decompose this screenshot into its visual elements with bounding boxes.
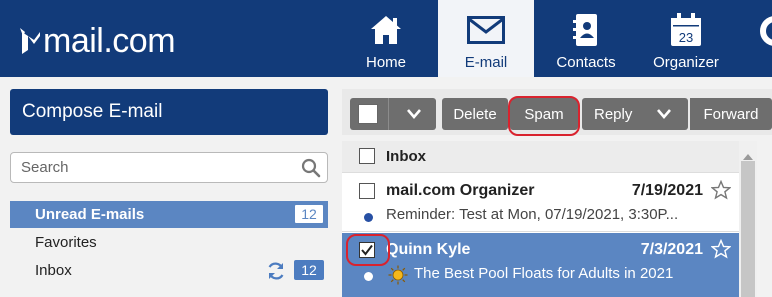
search-input[interactable]: [21, 159, 291, 176]
header-checkbox[interactable]: [359, 148, 375, 164]
chevron-down-icon[interactable]: [656, 107, 672, 125]
message-checkbox[interactable]: [359, 183, 375, 199]
star-icon[interactable]: [710, 179, 732, 204]
left-sidebar: Compose E-mail Unread E-mails 12 Favorit…: [0, 77, 340, 297]
delete-button[interactable]: Delete: [442, 98, 508, 130]
message-checkbox-checked[interactable]: [359, 242, 375, 258]
scroll-thumb[interactable]: [741, 161, 755, 297]
sun-emoji-icon: [388, 265, 408, 289]
unread-dot-icon[interactable]: [364, 213, 373, 222]
nav-home[interactable]: Home: [338, 0, 434, 77]
search-box: [10, 152, 328, 183]
top-header: mail.com Home E-mail Contacts 23 Organiz…: [0, 0, 772, 77]
nav-more[interactable]: [740, 0, 772, 77]
read-dot-icon[interactable]: [364, 272, 373, 281]
mail-toolbar: Delete Spam Reply Forward: [342, 89, 772, 135]
nav-organizer-label: Organizer: [653, 54, 719, 71]
calendar-day-text: 23: [679, 30, 693, 45]
nav-email[interactable]: E-mail: [438, 0, 534, 77]
message-list: Inbox mail.com Organizer 7/19/2021 Remin…: [342, 141, 739, 297]
inbox-count-badge: 12: [294, 260, 324, 280]
nav-home-label: Home: [365, 54, 406, 71]
select-all-checkbox[interactable]: [358, 104, 378, 124]
forward-button[interactable]: Forward: [690, 98, 772, 130]
logo-text: mail.com: [43, 22, 176, 60]
nav-contacts[interactable]: Contacts: [538, 0, 634, 77]
contacts-book-icon: [573, 12, 599, 48]
more-icon: [745, 12, 772, 48]
checkmark-icon: [361, 244, 373, 256]
message-sender: mail.com Organizer: [386, 182, 535, 199]
home-icon: [369, 12, 403, 48]
nav-contacts-label: Contacts: [556, 54, 616, 71]
star-icon[interactable]: [710, 238, 732, 263]
unread-count-badge: 12: [294, 204, 324, 224]
reply-label: Reply: [594, 105, 633, 123]
folder-favorites[interactable]: Favorites: [10, 229, 328, 256]
select-all-dropdown[interactable]: [350, 98, 436, 130]
list-header: Inbox: [342, 141, 739, 173]
message-row-selected[interactable]: Quinn Kyle 7/3/2021 The Best Pool Floats…: [342, 233, 739, 297]
nav-email-label: E-mail: [464, 54, 508, 71]
folder-label: Unread E-mails: [35, 206, 145, 223]
divider: [388, 98, 389, 130]
message-subject: Reminder: Test at Mon, 07/19/2021, 3:30P…: [386, 206, 679, 223]
message-date: 7/3/2021: [640, 241, 703, 258]
folder-label: Favorites: [35, 234, 97, 251]
reply-button[interactable]: Reply: [582, 98, 688, 130]
list-scrollbar[interactable]: [739, 141, 757, 297]
calendar-icon: 23: [670, 12, 702, 48]
chevron-down-icon: [406, 107, 422, 125]
compose-email-button[interactable]: Compose E-mail: [10, 89, 328, 135]
nav-organizer[interactable]: 23 Organizer: [638, 0, 734, 77]
folder-inbox[interactable]: Inbox 12: [10, 257, 328, 284]
envelope-icon: [467, 12, 505, 48]
refresh-icon[interactable]: [266, 261, 286, 285]
logo-flag-icon: [20, 24, 42, 58]
spam-button[interactable]: Spam: [510, 98, 578, 130]
message-sender: Quinn Kyle: [386, 241, 471, 258]
folder-unread-emails[interactable]: Unread E-mails 12: [10, 201, 328, 228]
search-icon[interactable]: [301, 158, 321, 182]
mailcom-logo[interactable]: mail.com: [20, 20, 180, 62]
list-header-title: Inbox: [386, 148, 426, 165]
message-date: 7/19/2021: [631, 182, 703, 199]
message-row[interactable]: mail.com Organizer 7/19/2021 Reminder: T…: [342, 174, 739, 232]
folder-label: Inbox: [35, 262, 72, 279]
message-subject: The Best Pool Floats for Adults in 2021: [414, 265, 674, 282]
